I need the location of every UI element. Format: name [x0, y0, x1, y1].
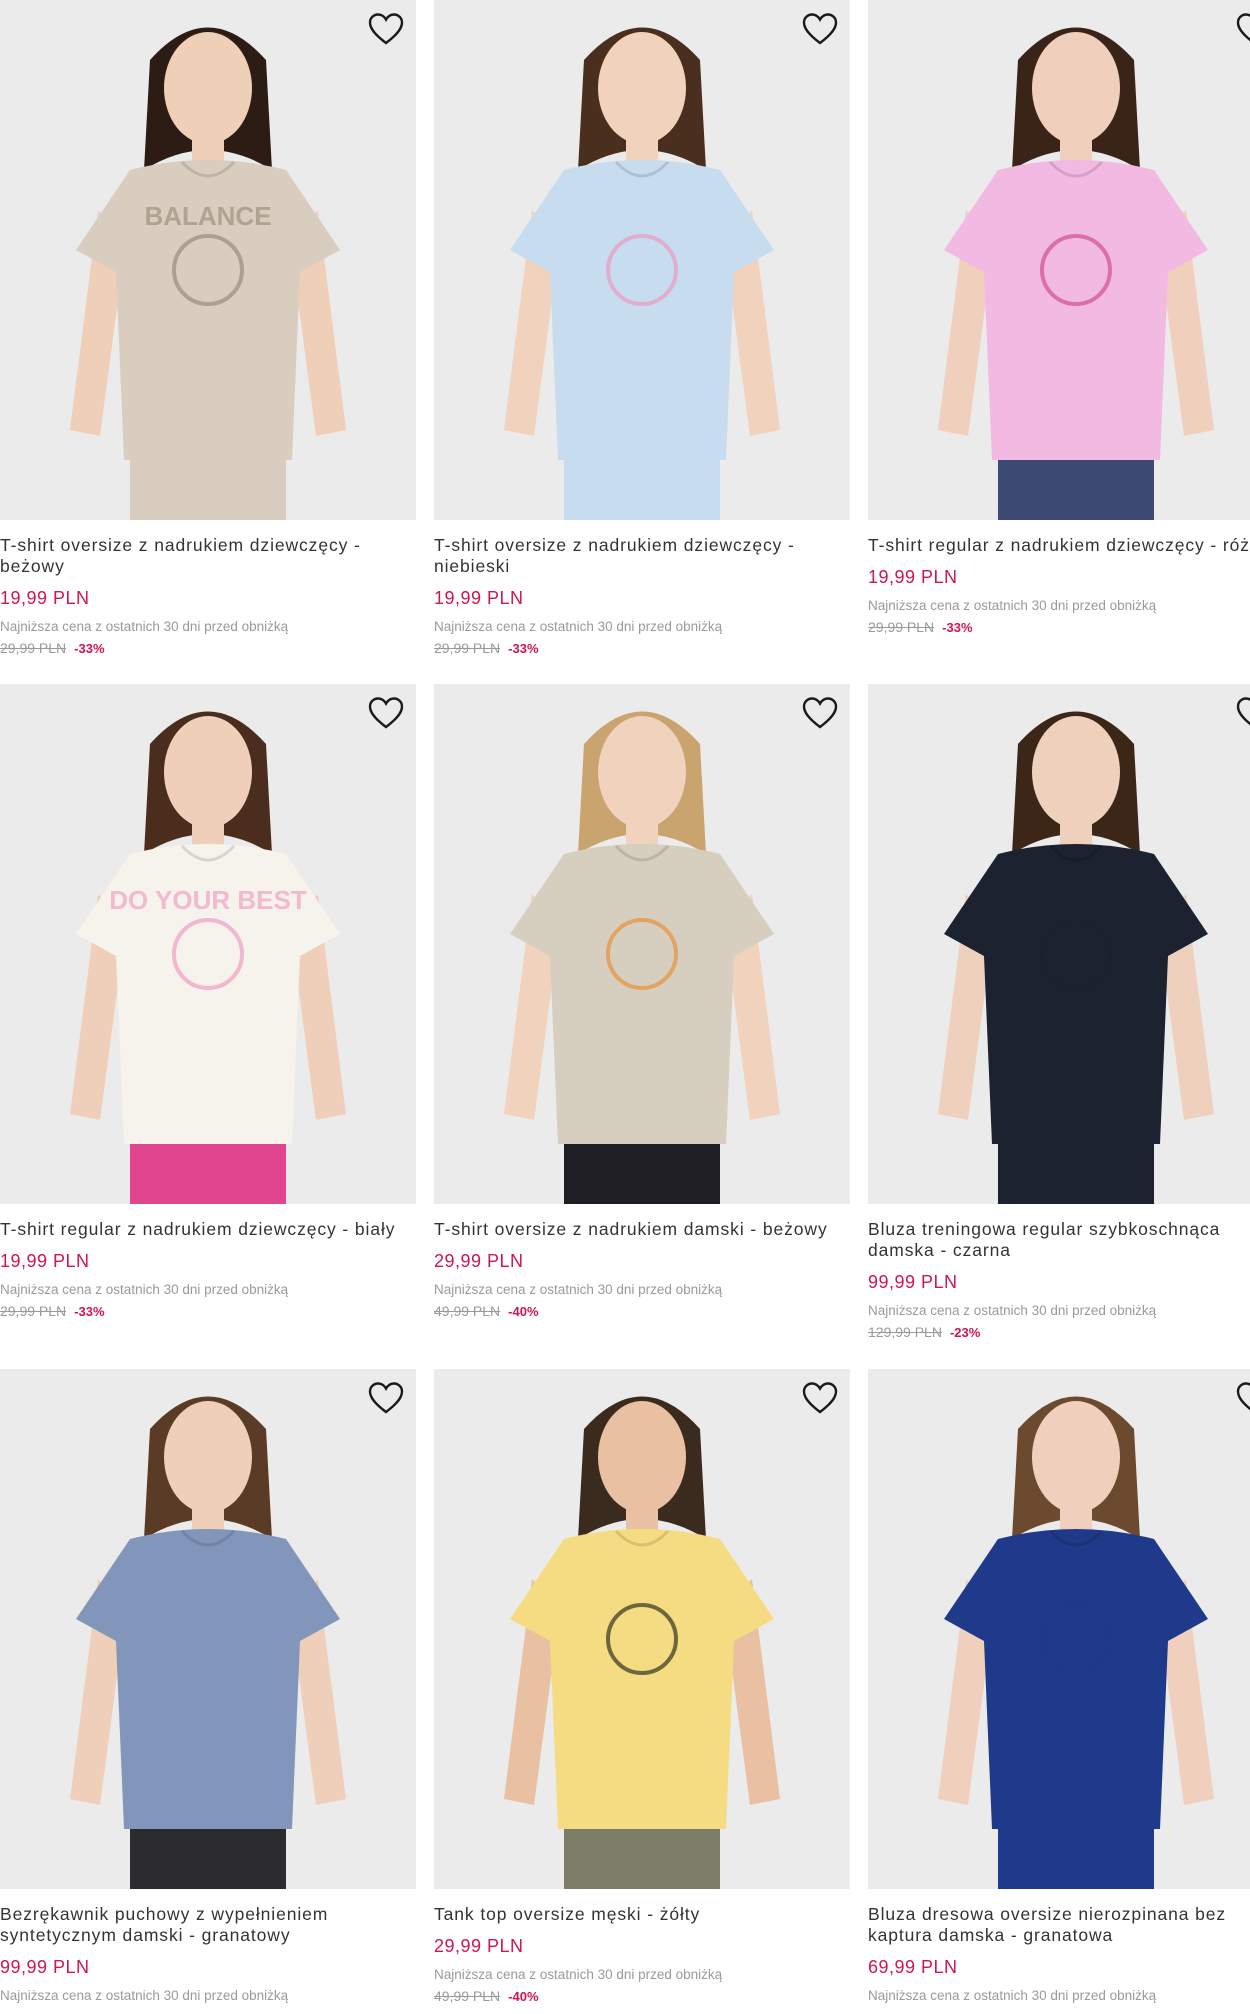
lowest-price-label: Najniższa cena z ostatnich 30 dni przed … [0, 619, 289, 634]
discount-badge: -33% [942, 620, 973, 635]
lowest-price-label: Najniższa cena z ostatnich 30 dni przed … [0, 1282, 289, 1297]
product-photo [434, 0, 850, 520]
discount-badge: -40% [508, 1989, 539, 2004]
product-image[interactable] [434, 0, 850, 520]
lowest-price-label: Najniższa cena z ostatnich 30 dni przed … [0, 1988, 289, 2003]
lowest-price-label: Najniższa cena z ostatnich 30 dni przed … [868, 598, 1157, 613]
product-photo: BALANCE [0, 0, 416, 520]
discount-badge: -40% [508, 1304, 539, 1319]
product-photo: DO YOUR BEST [0, 684, 416, 1204]
discount-badge: -23% [949, 1325, 981, 1340]
product-name[interactable]: Bluza treningowa regular szybkoschnąca d… [868, 1219, 1250, 1261]
lowest-price-label: Najniższa cena z ostatnich 30 dni przed … [868, 1988, 1157, 2003]
favorite-heart-icon[interactable] [802, 12, 838, 46]
product-image[interactable]: DO YOUR BEST [0, 684, 416, 1204]
product-price: 29,99 PLN [434, 1251, 524, 1271]
product-grid: BALANCE T-shirt oversize z nadrukiem dzi… [0, 0, 1250, 2014]
old-price: 49,99 PLN [434, 1303, 501, 1319]
discount-badge: -33% [74, 1304, 105, 1319]
product-image[interactable] [434, 1369, 850, 1889]
product-name[interactable]: Bluza dresowa oversize nierozpinana bez … [868, 1904, 1250, 1946]
product-card[interactable]: Bezrękawnik puchowy z wypełnieniem synte… [0, 1369, 416, 2004]
old-price: 29,99 PLN [0, 640, 67, 656]
favorite-heart-icon[interactable] [802, 696, 838, 730]
product-photo [434, 684, 850, 1204]
product-card[interactable]: BALANCE T-shirt oversize z nadrukiem dzi… [0, 0, 416, 657]
favorite-heart-icon[interactable] [368, 12, 404, 46]
favorite-heart-icon[interactable] [1236, 696, 1250, 730]
product-image[interactable]: BALANCE [0, 0, 416, 520]
product-card[interactable]: T-shirt oversize z nadrukiem dziewczęcy … [434, 0, 850, 657]
product-price: 19,99 PLN [434, 588, 524, 608]
product-card[interactable]: DO YOUR BEST T-shirt regular z nadrukiem… [0, 684, 416, 1320]
favorite-heart-icon[interactable] [1236, 1381, 1250, 1415]
old-price: 29,99 PLN [434, 640, 501, 656]
product-card[interactable]: Bluza dresowa oversize nierozpinana bez … [868, 1369, 1250, 2004]
product-name[interactable]: T-shirt regular z nadrukiem dziewczęcy -… [0, 1219, 416, 1240]
old-price-row: 29,99 PLN -33% [868, 619, 1250, 636]
favorite-heart-icon[interactable] [802, 1381, 838, 1415]
product-photo [0, 1369, 416, 1889]
product-price: 99,99 PLN [868, 1272, 958, 1292]
old-price-row: 29,99 PLN -33% [0, 1303, 416, 1320]
product-price: 19,99 PLN [0, 588, 90, 608]
old-price-row: 129,99 PLN -23% [868, 1324, 1250, 1341]
product-card[interactable]: T-shirt oversize z nadrukiem damski - be… [434, 684, 850, 1320]
product-image[interactable] [868, 0, 1250, 520]
svg-text:DO YOUR BEST: DO YOUR BEST [109, 885, 307, 915]
favorite-heart-icon[interactable] [1236, 12, 1250, 46]
product-photo [868, 684, 1250, 1204]
product-name[interactable]: Tank top oversize męski - żółty [434, 1904, 850, 1925]
favorite-heart-icon[interactable] [368, 1381, 404, 1415]
old-price-row: 49,99 PLN -40% [434, 1988, 850, 2005]
product-name[interactable]: Bezrękawnik puchowy z wypełnieniem synte… [0, 1904, 416, 1946]
product-price: 19,99 PLN [0, 1251, 90, 1271]
product-card[interactable]: T-shirt regular z nadrukiem dziewczęcy -… [868, 0, 1250, 636]
product-price: 29,99 PLN [434, 1936, 524, 1956]
product-name[interactable]: T-shirt regular z nadrukiem dziewczęcy -… [868, 535, 1250, 556]
product-photo [868, 0, 1250, 520]
product-name[interactable]: T-shirt oversize z nadrukiem damski - be… [434, 1219, 850, 1240]
discount-badge: -33% [74, 641, 105, 656]
discount-badge: -33% [508, 641, 539, 656]
old-price-row: 29,99 PLN -33% [434, 640, 850, 657]
product-photo [434, 1369, 850, 1889]
old-price: 29,99 PLN [868, 619, 935, 635]
product-price: 19,99 PLN [868, 567, 958, 587]
old-price-row: 29,99 PLN -33% [0, 640, 416, 657]
product-card[interactable]: Bluza treningowa regular szybkoschnąca d… [868, 684, 1250, 1341]
product-name[interactable]: T-shirt oversize z nadrukiem dziewczęcy … [434, 535, 850, 577]
old-price: 129,99 PLN [868, 1324, 942, 1340]
product-image[interactable] [0, 1369, 416, 1889]
product-price: 69,99 PLN [868, 1957, 958, 1977]
lowest-price-label: Najniższa cena z ostatnich 30 dni przed … [868, 1303, 1157, 1318]
lowest-price-label: Najniższa cena z ostatnich 30 dni przed … [434, 1282, 723, 1297]
old-price: 49,99 PLN [434, 1988, 501, 2004]
lowest-price-label: Najniższa cena z ostatnich 30 dni przed … [434, 1967, 723, 1982]
product-photo [868, 1369, 1250, 1889]
product-card[interactable]: Tank top oversize męski - żółty 29,99 PL… [434, 1369, 850, 2005]
product-image[interactable] [434, 684, 850, 1204]
old-price-row: 49,99 PLN -40% [434, 1303, 850, 1320]
product-price: 99,99 PLN [0, 1957, 90, 1977]
product-name[interactable]: T-shirt oversize z nadrukiem dziewczęcy … [0, 535, 416, 577]
old-price: 29,99 PLN [0, 1303, 67, 1319]
product-image[interactable] [868, 1369, 1250, 1889]
svg-text:BALANCE: BALANCE [144, 201, 271, 231]
lowest-price-label: Najniższa cena z ostatnich 30 dni przed … [434, 619, 723, 634]
product-image[interactable] [868, 684, 1250, 1204]
favorite-heart-icon[interactable] [368, 696, 404, 730]
